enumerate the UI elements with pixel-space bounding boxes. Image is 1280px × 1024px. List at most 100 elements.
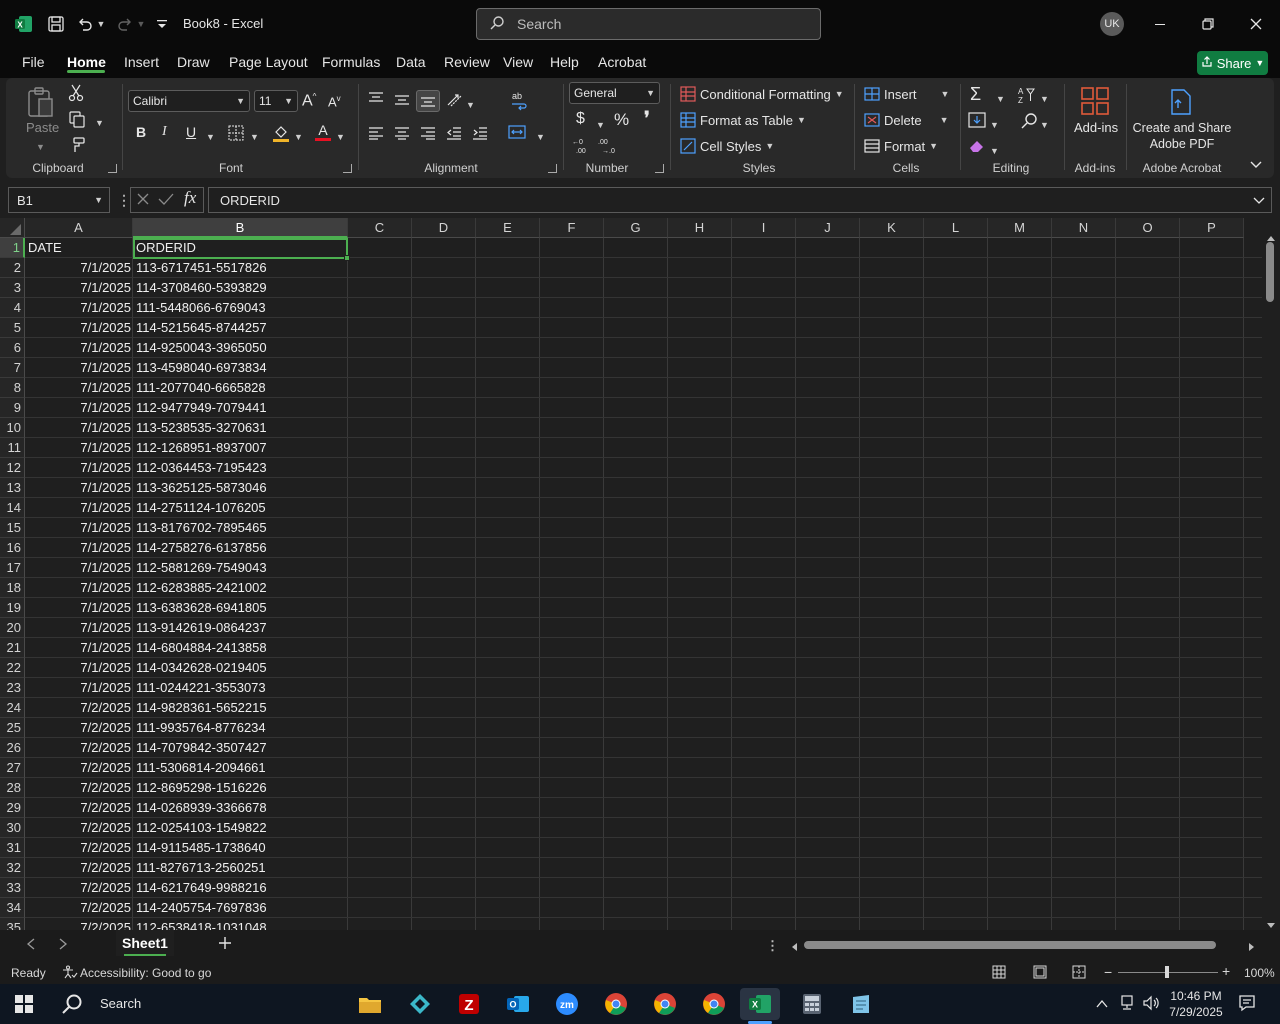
column-header-h[interactable]: H [668,218,732,238]
network-icon[interactable] [1118,995,1136,1014]
cell-b[interactable]: 114-0268939-3366678 [136,798,346,818]
row-header[interactable]: 12 [0,458,25,478]
column-header-c[interactable]: C [348,218,412,238]
font-color-dropdown-icon[interactable]: ▼ [336,128,345,143]
increase-indent-icon[interactable] [472,126,488,143]
fill-color-icon[interactable] [272,123,290,146]
file-explorer-icon[interactable] [350,988,390,1020]
merge-dropdown-icon[interactable]: ▼ [536,128,545,143]
row-header[interactable]: 26 [0,738,25,758]
decrease-indent-icon[interactable] [446,126,462,143]
row-header[interactable]: 35 [0,918,25,930]
row-header[interactable]: 11 [0,438,25,458]
column-header-a[interactable]: A [25,218,133,238]
redo-dropdown-icon[interactable]: ▼ [136,12,146,36]
row-header[interactable]: 29 [0,798,25,818]
row-header[interactable]: 32 [0,858,25,878]
collapse-ribbon-icon[interactable] [1250,158,1262,173]
zoom-app-icon[interactable]: zm [547,988,587,1020]
column-header-g[interactable]: G [604,218,668,238]
cell-b[interactable]: 114-9115485-1738640 [136,838,346,858]
cell-b[interactable]: 111-2077040-6665828 [136,378,346,398]
cell-b[interactable]: 112-9477949-7079441 [136,398,346,418]
undo-icon[interactable] [74,12,96,36]
cell-b[interactable]: 114-9828361-5652215 [136,698,346,718]
horizontal-scroll-thumb[interactable] [804,941,1216,949]
cell-a[interactable]: 7/1/2025 [28,578,131,598]
cell-b[interactable]: 114-9250043-3965050 [136,338,346,358]
zoom-slider-thumb[interactable] [1165,966,1169,978]
merge-center-icon[interactable] [508,124,526,143]
save-icon[interactable] [44,12,68,36]
search-box[interactable]: Search [476,8,821,40]
select-all-button[interactable] [0,218,25,238]
row-header[interactable]: 31 [0,838,25,858]
cell-a[interactable]: 7/2/2025 [28,878,131,898]
cell-a[interactable]: 7/1/2025 [28,558,131,578]
app-icon-diamond[interactable] [400,988,440,1020]
formula-input[interactable]: ORDERID [208,187,1272,213]
calculator-icon[interactable] [792,988,832,1020]
row-header[interactable]: 28 [0,778,25,798]
cell-b[interactable]: 111-5448066-6769043 [136,298,346,318]
cell-a[interactable]: 7/1/2025 [28,318,131,338]
row-header[interactable]: 9 [0,398,25,418]
italic-button[interactable]: I [162,124,167,140]
cell-a[interactable]: 7/1/2025 [28,498,131,518]
copy-icon[interactable] [68,110,86,131]
cell-a[interactable]: 7/1/2025 [28,278,131,298]
cell-a[interactable]: 7/2/2025 [28,718,131,738]
underline-button[interactable]: U [186,124,196,140]
percent-style-button[interactable]: % [614,110,629,130]
alignment-launcher-icon[interactable] [548,164,557,173]
autosum-dropdown-icon[interactable]: ▼ [996,90,1005,105]
vertical-scroll-thumb[interactable] [1266,242,1274,302]
row-header[interactable]: 30 [0,818,25,838]
cell-b[interactable]: 113-9142619-0864237 [136,618,346,638]
cell-a[interactable]: 7/2/2025 [28,838,131,858]
row-header[interactable]: 8 [0,378,25,398]
cell-b[interactable]: 114-0342628-0219405 [136,658,346,678]
cell-a[interactable]: 7/1/2025 [28,618,131,638]
column-header-o[interactable]: O [1116,218,1180,238]
chrome-profile-2-icon[interactable] [694,988,734,1020]
tab-help[interactable]: Help [550,54,579,70]
cell-b[interactable]: 114-2751124-1076205 [136,498,346,518]
tab-home[interactable]: Home [67,54,106,70]
font-size-dropdown[interactable]: 11 ▼ [254,90,298,112]
zoom-in-icon[interactable]: + [1222,963,1230,979]
sort-filter-dropdown-icon[interactable]: ▼ [1040,90,1049,105]
number-launcher-icon[interactable] [655,164,664,173]
cell-a[interactable]: 7/2/2025 [28,898,131,918]
accessibility-status[interactable]: Accessibility: Good to go [80,966,211,980]
cell-b[interactable]: 114-6804884-2413858 [136,638,346,658]
cell-b[interactable]: 112-8695298-1516226 [136,778,346,798]
row-header[interactable]: 1 [0,238,25,258]
row-header[interactable]: 34 [0,898,25,918]
taskbar-search-label[interactable]: Search [100,996,141,1011]
cell-b[interactable]: 114-6217649-9988216 [136,878,346,898]
fill-icon[interactable] [968,112,986,131]
decrease-font-size-icon[interactable]: Av [328,94,341,109]
column-header-p[interactable]: P [1180,218,1244,238]
row-header[interactable]: 2 [0,258,25,278]
tab-page-layout[interactable]: Page Layout [229,54,308,70]
cell-b[interactable]: 112-5881269-7549043 [136,558,346,578]
more-options-icon[interactable]: ⋮ [117,192,131,209]
cell-a[interactable]: 7/2/2025 [28,918,131,930]
orientation-dropdown-icon[interactable]: ▼ [466,96,475,111]
autosum-icon[interactable]: Σ [970,84,981,105]
redo-icon[interactable] [114,12,136,36]
borders-icon[interactable] [228,125,244,144]
cancel-entry-icon[interactable] [136,192,150,209]
cell-a[interactable]: 7/1/2025 [28,338,131,358]
scroll-left-icon[interactable] [790,940,798,955]
row-header[interactable]: 25 [0,718,25,738]
delete-cells-button[interactable]: Delete ▼ [864,112,949,128]
fill-color-dropdown-icon[interactable]: ▼ [294,128,303,143]
cell-b[interactable]: 112-0364453-7195423 [136,458,346,478]
clear-dropdown-icon[interactable]: ▼ [990,142,999,157]
currency-dropdown-icon[interactable]: ▼ [596,116,605,131]
align-middle-icon[interactable] [394,94,410,111]
zoom-level[interactable]: 100% [1244,966,1275,980]
